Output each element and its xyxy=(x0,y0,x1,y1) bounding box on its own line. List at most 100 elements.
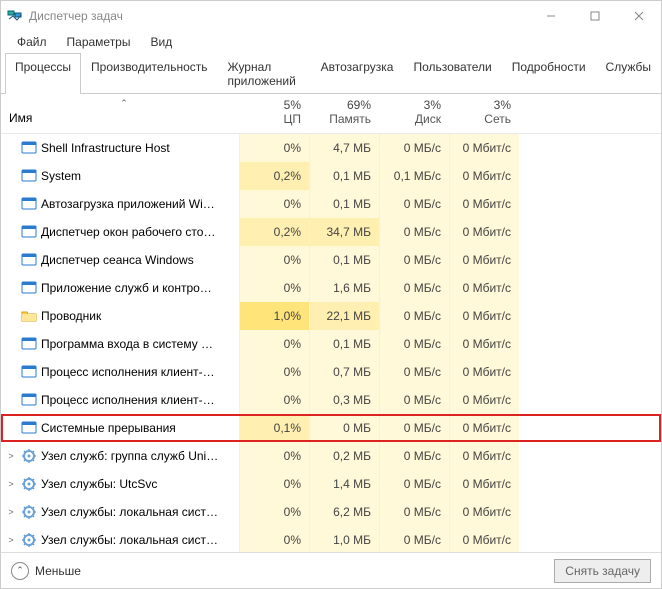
table-row[interactable]: Проводник1,0%22,1 МБ0 МБ/с0 Мбит/с xyxy=(1,302,661,330)
network-cell: 0 Мбит/с xyxy=(449,414,519,442)
table-row[interactable]: Приложение служб и контро…0%1,6 МБ0 МБ/с… xyxy=(1,274,661,302)
memory-cell: 34,7 МБ xyxy=(309,218,379,246)
process-name-cell: Программа входа в систему … xyxy=(1,336,239,352)
memory-cell: 0,1 МБ xyxy=(309,162,379,190)
process-icon xyxy=(21,448,37,464)
network-cell: 0 Мбит/с xyxy=(449,134,519,162)
table-row[interactable]: >Узел службы: локальная сист…0%1,0 МБ0 М… xyxy=(1,526,661,552)
disk-cell: 0 МБ/с xyxy=(379,302,449,330)
close-button[interactable] xyxy=(617,1,661,31)
fewer-details-button[interactable]: ⌃ Меньше xyxy=(11,562,81,580)
footer: ⌃ Меньше Снять задачу xyxy=(1,552,661,588)
process-name: Проводник xyxy=(41,309,101,323)
table-row[interactable]: Shell Infrastructure Host0%4,7 МБ0 МБ/с0… xyxy=(1,134,661,162)
menu-view[interactable]: Вид xyxy=(142,33,180,51)
expand-toggle[interactable]: > xyxy=(5,451,17,461)
table-row[interactable]: Процесс исполнения клиент-…0%0,7 МБ0 МБ/… xyxy=(1,358,661,386)
cpu-cell: 0% xyxy=(239,498,309,526)
tab-services[interactable]: Службы xyxy=(596,53,661,94)
network-cell: 0 Мбит/с xyxy=(449,274,519,302)
table-row[interactable]: Программа входа в систему …0%0,1 МБ0 МБ/… xyxy=(1,330,661,358)
chevron-up-icon: ⌃ xyxy=(11,562,29,580)
table-row[interactable]: Диспетчер сеанса Windows0%0,1 МБ0 МБ/с0 … xyxy=(1,246,661,274)
column-memory[interactable]: 69% Память xyxy=(309,98,379,130)
process-icon xyxy=(21,224,37,240)
memory-cell: 1,0 МБ xyxy=(309,526,379,552)
titlebar: Диспетчер задач xyxy=(1,1,661,31)
disk-cell: 0 МБ/с xyxy=(379,358,449,386)
cpu-cell: 0,1% xyxy=(239,414,309,442)
tab-processes[interactable]: Процессы xyxy=(5,53,81,94)
process-icon xyxy=(21,532,37,548)
cpu-usage: 5% xyxy=(239,98,301,112)
menu-options[interactable]: Параметры xyxy=(59,33,139,51)
cpu-cell: 0,2% xyxy=(239,162,309,190)
network-cell: 0 Мбит/с xyxy=(449,442,519,470)
column-name[interactable]: ⌃ Имя xyxy=(1,98,239,129)
expand-toggle[interactable]: > xyxy=(5,479,17,489)
table-row[interactable]: Автозагрузка приложений Wi…0%0,1 МБ0 МБ/… xyxy=(1,190,661,218)
process-icon xyxy=(21,504,37,520)
tab-performance[interactable]: Производительность xyxy=(81,53,217,94)
process-name: Программа входа в систему … xyxy=(41,337,213,351)
memory-cell: 0 МБ xyxy=(309,414,379,442)
process-icon xyxy=(21,336,37,352)
process-name-cell: Shell Infrastructure Host xyxy=(1,140,239,156)
disk-cell: 0 МБ/с xyxy=(379,498,449,526)
process-icon xyxy=(21,476,37,492)
network-cell: 0 Мбит/с xyxy=(449,330,519,358)
column-disk[interactable]: 3% Диск xyxy=(379,98,449,130)
network-cell: 0 Мбит/с xyxy=(449,358,519,386)
process-name: Процесс исполнения клиент-… xyxy=(41,393,215,407)
network-label: Сеть xyxy=(449,112,511,126)
table-row[interactable]: >Узел службы: UtcSvc0%1,4 МБ0 МБ/с0 Мбит… xyxy=(1,470,661,498)
process-icon xyxy=(21,196,37,212)
table-row[interactable]: Системные прерывания0,1%0 МБ0 МБ/с0 Мбит… xyxy=(1,414,661,442)
cpu-cell: 0% xyxy=(239,442,309,470)
table-row[interactable]: >Узел служб: группа служб Uni…0%0,2 МБ0 … xyxy=(1,442,661,470)
disk-cell: 0 МБ/с xyxy=(379,414,449,442)
window-title: Диспетчер задач xyxy=(29,9,123,23)
process-name: Узел службы: UtcSvc xyxy=(41,477,157,491)
expand-toggle[interactable]: > xyxy=(5,535,17,545)
tab-users[interactable]: Пользователи xyxy=(403,53,501,94)
disk-cell: 0 МБ/с xyxy=(379,526,449,552)
table-row[interactable]: Процесс исполнения клиент-…0%0,3 МБ0 МБ/… xyxy=(1,386,661,414)
end-task-button[interactable]: Снять задачу xyxy=(554,559,651,583)
app-icon xyxy=(7,8,23,24)
column-name-label: Имя xyxy=(9,111,239,125)
cpu-label: ЦП xyxy=(239,112,301,126)
process-name: Узел службы: локальная сист… xyxy=(41,533,218,547)
process-icon xyxy=(21,392,37,408)
network-usage: 3% xyxy=(449,98,511,112)
memory-cell: 0,2 МБ xyxy=(309,442,379,470)
minimize-button[interactable] xyxy=(529,1,573,31)
column-cpu[interactable]: 5% ЦП xyxy=(239,98,309,130)
memory-cell: 4,7 МБ xyxy=(309,134,379,162)
maximize-button[interactable] xyxy=(573,1,617,31)
disk-cell: 0 МБ/с xyxy=(379,330,449,358)
tab-details[interactable]: Подробности xyxy=(502,53,596,94)
process-icon xyxy=(21,280,37,296)
table-row[interactable]: Диспетчер окон рабочего сто…0,2%34,7 МБ0… xyxy=(1,218,661,246)
memory-cell: 22,1 МБ xyxy=(309,302,379,330)
column-network[interactable]: 3% Сеть xyxy=(449,98,519,130)
process-name-cell: Системные прерывания xyxy=(1,420,239,436)
expand-toggle[interactable]: > xyxy=(5,507,17,517)
tab-app-history[interactable]: Журнал приложений xyxy=(218,53,311,94)
disk-cell: 0 МБ/с xyxy=(379,442,449,470)
tab-startup[interactable]: Автозагрузка xyxy=(311,53,404,94)
memory-cell: 0,1 МБ xyxy=(309,190,379,218)
cpu-cell: 0% xyxy=(239,274,309,302)
cpu-cell: 1,0% xyxy=(239,302,309,330)
menu-file[interactable]: Файл xyxy=(9,33,55,51)
process-name-cell: Процесс исполнения клиент-… xyxy=(1,364,239,380)
table-row[interactable]: >Узел службы: локальная сист…0%6,2 МБ0 М… xyxy=(1,498,661,526)
process-name-cell: >Узел служб: группа служб Uni… xyxy=(1,448,239,464)
process-name-cell: >Узел службы: локальная сист… xyxy=(1,504,239,520)
process-name-cell: Проводник xyxy=(1,308,239,324)
process-icon xyxy=(21,364,37,380)
table-row[interactable]: System0,2%0,1 МБ0,1 МБ/с0 Мбит/с xyxy=(1,162,661,190)
memory-cell: 0,1 МБ xyxy=(309,246,379,274)
process-name: Процесс исполнения клиент-… xyxy=(41,365,215,379)
